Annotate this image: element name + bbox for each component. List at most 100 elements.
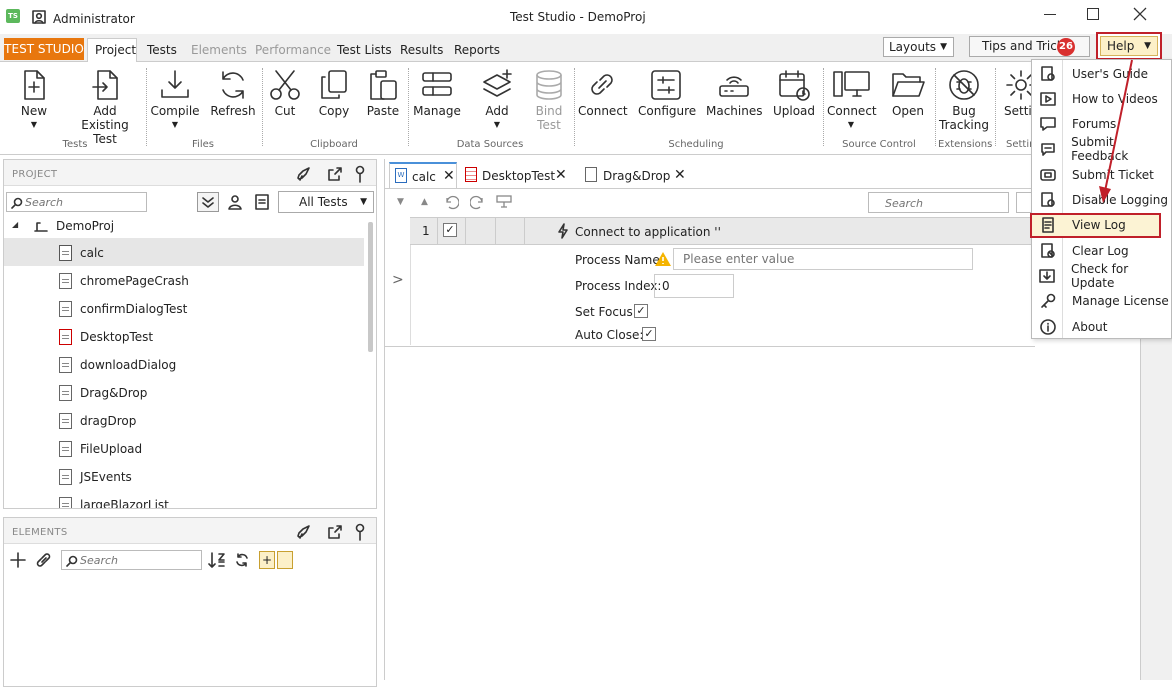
step-search-input[interactable] [885,195,1005,211]
tab-performance[interactable]: Performance [255,43,331,57]
tree-item[interactable]: DesktopTest [59,326,153,348]
help-menu-item-label: About [1072,319,1108,334]
undo-icon[interactable] [443,194,459,210]
tree-item[interactable]: JSEvents [59,466,132,488]
user-filter-icon[interactable] [227,194,243,210]
plus-icon[interactable] [10,552,26,568]
collapse-all-button[interactable] [197,192,219,212]
close-icon[interactable]: ✕ [443,168,455,184]
tree-item-label: chromePageCrash [80,274,189,288]
project-search-input[interactable] [25,194,143,210]
close-icon[interactable]: ✕ [674,167,686,183]
bug-tracking-button[interactable]: Bug Tracking [938,64,990,144]
project-scrollbar[interactable] [368,222,373,352]
test-file-icon [59,301,72,317]
popout-icon[interactable] [327,166,343,182]
tree-item[interactable]: confirmDialogTest [59,298,187,320]
tree-item[interactable]: downloadDialog [59,354,176,376]
chevron-down-icon: ▼ [360,197,367,207]
tree-item[interactable]: chromePageCrash [59,270,189,292]
maximize-button[interactable] [1087,8,1099,20]
list-view-icon[interactable] [254,194,270,210]
open-button[interactable]: Open [886,64,930,144]
tree-root-toggle[interactable]: ◢ [12,220,18,229]
tree-item[interactable]: Drag&Drop [59,382,147,404]
step-enabled-checkbox[interactable]: ✓ [443,223,457,237]
refresh-button[interactable]: Refresh [208,64,258,144]
doc-tab-dragdrop[interactable]: Drag&Drop ✕ [580,163,692,187]
scheduling-connect-button[interactable]: Connect [578,64,628,144]
elements-search-input[interactable] [80,552,198,568]
redo-icon[interactable] [470,194,486,210]
doc-tab-calc[interactable]: W calc ✕ [389,162,457,188]
layouts-dropdown[interactable]: Layouts ▼ [883,37,954,57]
tree-item[interactable]: dragDrop [59,410,136,432]
tab-test-lists[interactable]: Test Lists [337,43,392,57]
help-menu-item[interactable]: About [1032,314,1172,339]
help-menu-item[interactable]: Clear Log [1032,238,1172,263]
tree-item-label: confirmDialogTest [80,302,188,316]
collapse-up-icon[interactable]: ▲ [421,197,428,207]
elements-search-field[interactable] [61,550,202,570]
link-icon[interactable] [34,552,54,568]
manage-button[interactable]: Manage [413,64,461,144]
tests-filter-dropdown[interactable]: All Tests ▼ [278,191,374,213]
step-search-field[interactable] [868,192,1009,213]
bind-test-button[interactable]: Bind Test [528,64,570,144]
collapse-all-toggle[interactable] [277,551,293,569]
set-focus-checkbox[interactable]: ✓ [634,304,648,318]
tree-item-label: calc [80,246,104,260]
new-button[interactable]: New ▼ [14,64,54,144]
configure-button[interactable]: Configure [638,64,696,144]
bug-icon [949,70,979,100]
tab-project[interactable]: Project [95,43,136,57]
chevron-down-icon: ▼ [171,120,179,129]
record-steps-icon[interactable] [495,194,513,210]
pin-icon[interactable] [354,523,366,541]
tab-elements[interactable]: Elements [191,43,247,57]
cut-button[interactable]: Cut [266,64,304,144]
doc-tab-desktoptest-label: DesktopTest [482,169,556,183]
configure-icon [651,70,681,100]
close-icon[interactable]: ✕ [555,167,567,183]
help-menu-item[interactable]: View Log [1030,212,1161,238]
upload-button[interactable]: Upload [770,64,818,144]
collapse-down-icon[interactable]: ▼ [397,197,404,207]
popout-icon[interactable] [327,524,343,540]
help-menu-item[interactable]: Manage License [1032,289,1172,314]
help-button[interactable]: Help ▼ [1096,32,1162,60]
tab-results[interactable]: Results [400,43,443,57]
add-datasource-button[interactable]: Add ▼ [475,64,519,144]
step-row[interactable] [410,217,1036,245]
expand-all-button[interactable]: + [259,551,275,569]
paste-button[interactable]: Paste [363,64,403,144]
rocket-icon[interactable] [296,166,312,182]
tree-item[interactable]: FileUpload [59,438,142,460]
tab-tests[interactable]: Tests [147,43,177,57]
close-button[interactable] [1132,6,1148,22]
tree-item[interactable]: largeBlazorList [59,494,169,508]
step-expand-arrow[interactable]: > [392,272,404,288]
help-menu-item[interactable]: Check for Update [1032,262,1172,290]
refresh-icon[interactable] [234,552,250,568]
process-name-input[interactable] [673,248,973,270]
doc-tab-desktoptest[interactable]: DesktopTest ✕ [460,163,572,187]
machines-button[interactable]: Machines [706,64,762,144]
tab-reports[interactable]: Reports [454,43,500,57]
compile-button[interactable]: Compile ▼ [150,64,200,144]
rocket-icon[interactable] [296,524,312,540]
compile-icon [161,70,189,98]
source-control-connect-button[interactable]: Connect ▼ [827,64,877,144]
brand-tab[interactable]: TEST STUDIO [4,38,84,60]
help-label: Help [1107,39,1135,53]
tree-root-label[interactable]: DemoProj [56,219,114,233]
minimize-button[interactable] [1040,5,1060,25]
pin-icon[interactable] [354,165,366,183]
tree-item[interactable]: calc [59,242,104,264]
process-index-input[interactable]: 0 [654,274,734,298]
project-search-field[interactable] [6,192,147,212]
copy-button[interactable]: Copy [314,64,354,144]
auto-close-checkbox[interactable]: ✓ [642,327,656,341]
add-existing-test-button[interactable]: Add Existing Test [68,64,142,146]
sort-az-icon[interactable] [208,552,226,568]
